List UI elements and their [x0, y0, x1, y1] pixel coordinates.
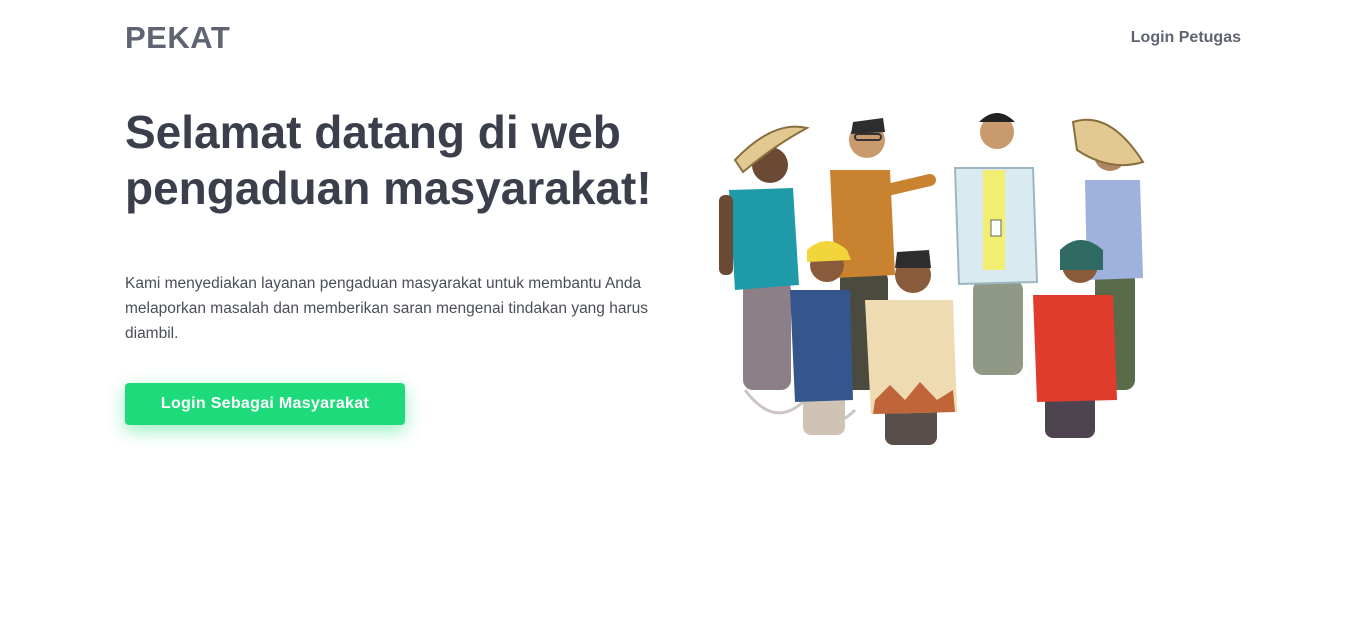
hero-description: Kami menyediakan layanan pengaduan masya…: [125, 275, 649, 342]
login-petugas-link[interactable]: Login Petugas: [1131, 29, 1241, 47]
person-white-coat: [953, 113, 1039, 375]
brand-logo[interactable]: PEKAT: [125, 20, 230, 56]
login-masyarakat-button[interactable]: Login Sebagai Masyarakat: [125, 383, 405, 425]
community-people-illustration: [719, 113, 1145, 445]
hero-title: Selamat datang di web pengaduan masyarak…: [125, 106, 652, 214]
landing-page: PEKAT Login Petugas Selamat datang di we…: [0, 0, 1366, 635]
